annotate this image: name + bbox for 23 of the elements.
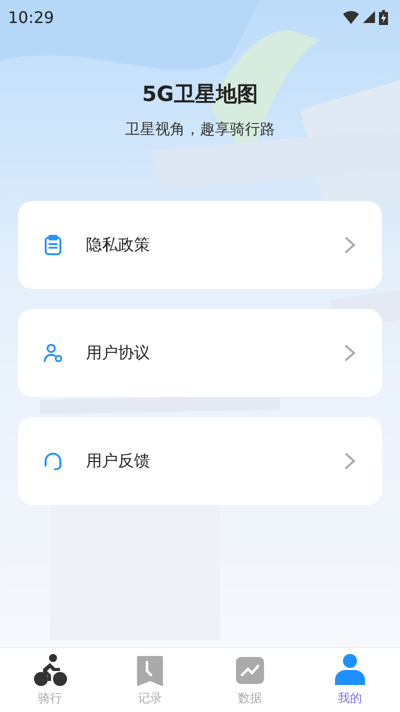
app-title: 5G卫星地图 — [142, 81, 258, 108]
chevron-icon — [344, 236, 356, 254]
clipboard-icon — [42, 234, 64, 256]
app-subtitle: 卫星视角，趣享骑行路 — [125, 120, 275, 139]
user-icon — [42, 342, 64, 364]
menu-label: 用户协议 — [86, 342, 151, 364]
menu-label: 隐私政策 — [86, 234, 151, 256]
cyclist-icon — [33, 653, 67, 687]
chevron-icon — [344, 344, 356, 362]
chevron-icon — [344, 452, 356, 470]
nav-tab[interactable]: 我的 — [300, 648, 400, 712]
menu-item[interactable]: 隐私政策 — [18, 201, 382, 289]
headset-icon — [42, 450, 64, 472]
wifi-icon — [343, 10, 359, 24]
signal-icon — [363, 11, 375, 23]
menu-item[interactable]: 用户反馈 — [18, 417, 382, 505]
menu-label: 用户反馈 — [86, 450, 151, 472]
person-icon — [333, 653, 367, 687]
nav-tab[interactable]: 数据 — [200, 648, 300, 712]
menu-item[interactable]: 用户协议 — [18, 309, 382, 397]
nav-tab[interactable]: 记录 — [100, 648, 200, 712]
status-time: 10:29 — [8, 8, 54, 26]
nav-tab[interactable]: 骑行 — [0, 648, 100, 712]
